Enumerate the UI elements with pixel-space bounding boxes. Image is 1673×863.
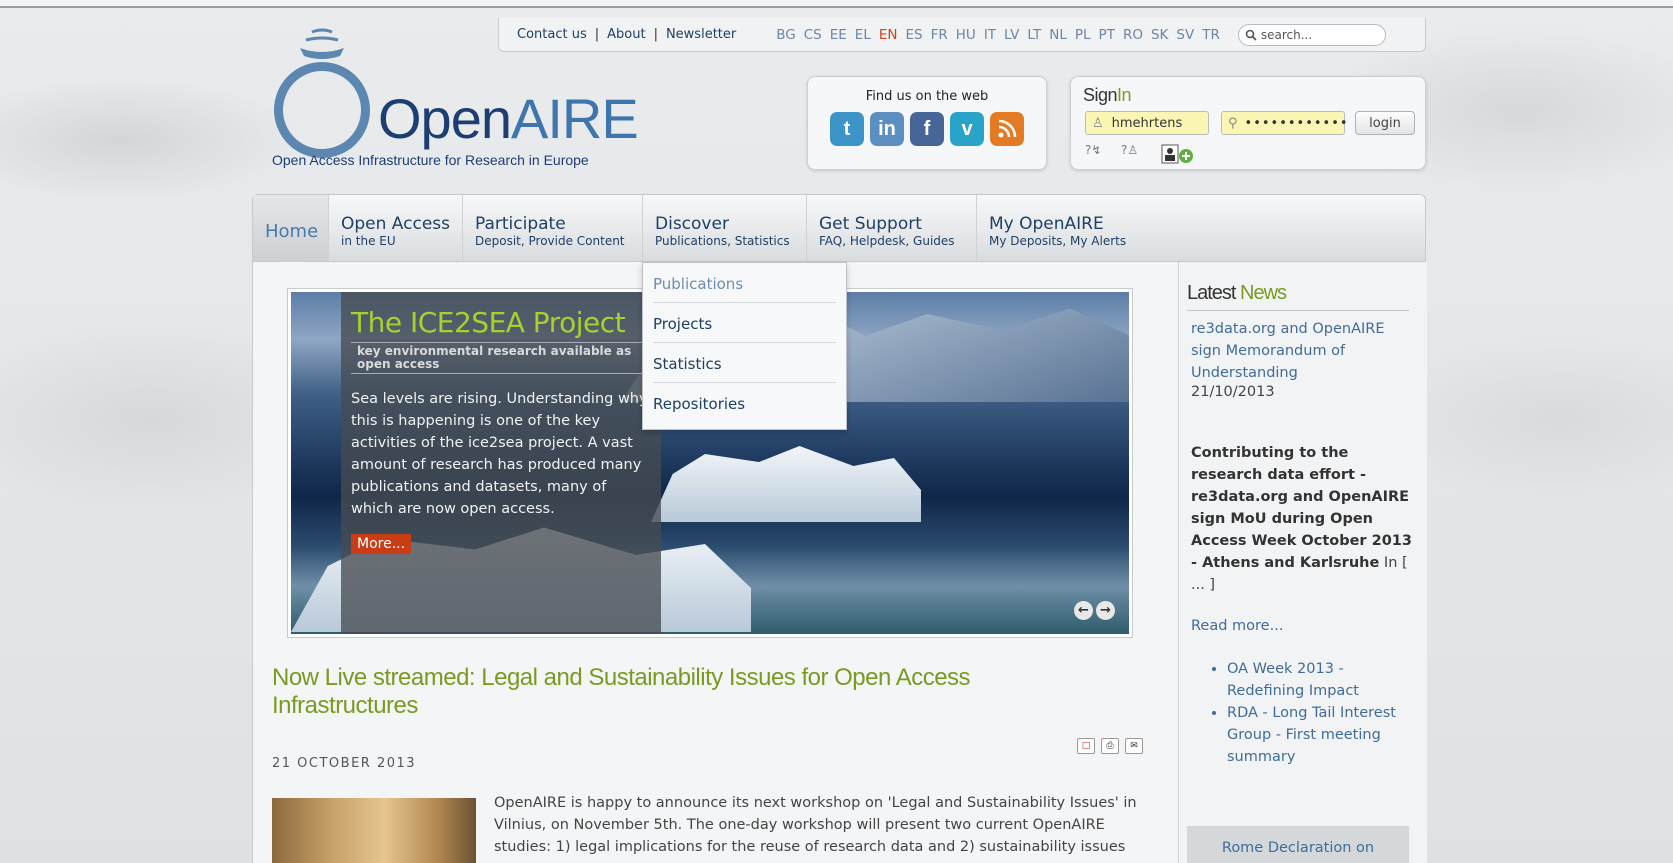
slider-more-button[interactable]: More...: [351, 534, 412, 554]
sidebar-divider: [1187, 310, 1409, 311]
lang-it[interactable]: IT: [984, 27, 996, 43]
search-placeholder: search...: [1260, 27, 1313, 42]
lang-pt[interactable]: PT: [1099, 27, 1115, 43]
search-icon: [1245, 29, 1257, 41]
password-field[interactable]: ⚲ ••••••••••••: [1221, 111, 1348, 135]
sign-in-box: SignIn ♙ hmehrtens ⚲ •••••••••••• login ?↯…: [1070, 76, 1426, 170]
news-item-date: 21/10/2013: [1191, 384, 1275, 400]
username-value: hmehrtens: [1111, 115, 1183, 131]
lang-bg[interactable]: BG: [776, 27, 796, 43]
news-bullet-item[interactable]: RDA - Long Tail Interest Group - First m…: [1227, 702, 1417, 768]
nav-get-support[interactable]: Get Support FAQ, Helpdesk, Guides: [807, 195, 977, 261]
slider-title: The ICE2SEA Project: [351, 306, 626, 339]
article-thumbnail: [272, 798, 476, 863]
twitter-icon[interactable]: t: [830, 112, 864, 146]
slider-iceberg: [651, 446, 921, 522]
email-icon[interactable]: ✉: [1125, 738, 1143, 754]
print-icon[interactable]: ⎙: [1101, 738, 1119, 754]
nav-discover[interactable]: Discover Publications, Statistics: [643, 195, 807, 261]
rome-declaration-banner[interactable]: Rome Declaration on: [1187, 826, 1409, 863]
read-more-link[interactable]: Read more...: [1191, 618, 1283, 634]
utility-bar: Contact us | About | Newsletter BG CS EE EL …: [498, 18, 1426, 52]
slider-caption: The ICE2SEA Project key environmental re…: [341, 292, 661, 634]
article-tools: □ ⎙ ✉: [1077, 738, 1143, 754]
nav-open-access[interactable]: Open Access in the EU: [329, 195, 463, 261]
register-user-icon[interactable]: [1161, 143, 1199, 165]
key-icon: ⚲: [1228, 115, 1239, 131]
lang-es[interactable]: ES: [906, 27, 923, 43]
news-item-summary: Contributing to the research data effort…: [1191, 445, 1412, 593]
newsletter-link[interactable]: Newsletter: [666, 27, 736, 42]
nav-participate[interactable]: Participate Deposit, Provide Content: [463, 195, 643, 261]
social-title: Find us on the web: [865, 89, 989, 104]
forgot-username-icon[interactable]: ?♙: [1121, 143, 1138, 157]
sign-in-title: SignIn: [1083, 85, 1132, 105]
lang-tr[interactable]: TR: [1202, 27, 1220, 43]
logo-ring: [274, 62, 370, 158]
news-bullet-list: OA Week 2013 - Redefining Impact RDA - L…: [1227, 658, 1417, 768]
news-item-link[interactable]: re3data.org and OpenAIRE sign Memorandum…: [1191, 318, 1411, 384]
password-value: ••••••••••••: [1244, 115, 1349, 131]
slider-body: Sea levels are rising. Understanding why…: [351, 391, 648, 517]
facebook-icon[interactable]: f: [910, 112, 944, 146]
nav-home[interactable]: Home: [253, 195, 329, 261]
latest-news-title: Latest News: [1187, 282, 1287, 304]
search-input[interactable]: search...: [1237, 23, 1386, 46]
vimeo-icon[interactable]: v: [950, 112, 984, 146]
article-title[interactable]: Now Live streamed: Legal and Sustainabil…: [272, 664, 1032, 720]
logo-tagline: Open Access Infrastructure for Research …: [272, 152, 589, 168]
lang-sk[interactable]: SK: [1151, 27, 1168, 43]
discover-dropdown: Publications Projects Statistics Reposit…: [642, 262, 847, 430]
main-nav: Home Open Access in the EU Participate Dep…: [252, 194, 1426, 273]
lang-pl[interactable]: PL: [1075, 27, 1091, 43]
social-icons: t in f v: [808, 112, 1046, 146]
ship-icon: [300, 28, 344, 59]
lang-lt[interactable]: LT: [1027, 27, 1041, 43]
lang-fr[interactable]: FR: [931, 27, 948, 43]
openaire-logo[interactable]: OpenAIRE Open Access Infrastructure for …: [272, 26, 639, 171]
slider-prev-icon[interactable]: ←: [1074, 601, 1093, 620]
page-wrapper: Contact us | About | Newsletter BG CS EE EL …: [252, 0, 1427, 863]
pdf-icon[interactable]: □: [1077, 738, 1095, 754]
username-field[interactable]: ♙ hmehrtens: [1085, 111, 1209, 135]
forgot-password-icon[interactable]: ?↯: [1085, 143, 1101, 157]
article-body: OpenAIRE is happy to announce its next w…: [494, 795, 1137, 855]
slider-subtitle: key environmental research available as …: [351, 342, 661, 374]
lang-ro[interactable]: RO: [1123, 27, 1143, 43]
lang-cs[interactable]: CS: [804, 27, 822, 43]
article-date: 21 OCTOBER 2013: [272, 756, 417, 771]
logo-wordmark: OpenAIRE: [378, 87, 639, 150]
rss-icon[interactable]: [990, 112, 1024, 146]
lang-lv[interactable]: LV: [1004, 27, 1019, 43]
latest-news-sidebar: Latest News re3data.org and OpenAIRE sig…: [1178, 262, 1427, 863]
language-selector: BG CS EE EL EN ES FR HU IT LV LT NL PL P…: [776, 27, 1220, 43]
dropdown-projects[interactable]: Projects: [653, 303, 836, 343]
login-button[interactable]: login: [1355, 111, 1415, 135]
slider-next-icon[interactable]: →: [1096, 601, 1115, 620]
user-icon: ♙: [1092, 115, 1104, 131]
dropdown-repositories[interactable]: Repositories: [653, 383, 836, 423]
nav-my-openaire[interactable]: My OpenAIRE My Deposits, My Alerts: [977, 195, 1157, 261]
dropdown-statistics[interactable]: Statistics: [653, 343, 836, 383]
lang-ee[interactable]: EE: [830, 27, 847, 43]
news-bullet-item[interactable]: OA Week 2013 - Redefining Impact: [1227, 658, 1417, 702]
about-link[interactable]: About: [607, 27, 645, 42]
lang-sv[interactable]: SV: [1176, 27, 1194, 43]
dropdown-publications[interactable]: Publications: [653, 263, 836, 303]
lang-hu[interactable]: HU: [956, 27, 976, 43]
social-box: Find us on the web t in f v: [807, 76, 1047, 170]
lang-el[interactable]: EL: [855, 27, 871, 43]
lang-nl[interactable]: NL: [1049, 27, 1067, 43]
linkedin-icon[interactable]: in: [870, 112, 904, 146]
lang-en[interactable]: EN: [879, 27, 898, 43]
